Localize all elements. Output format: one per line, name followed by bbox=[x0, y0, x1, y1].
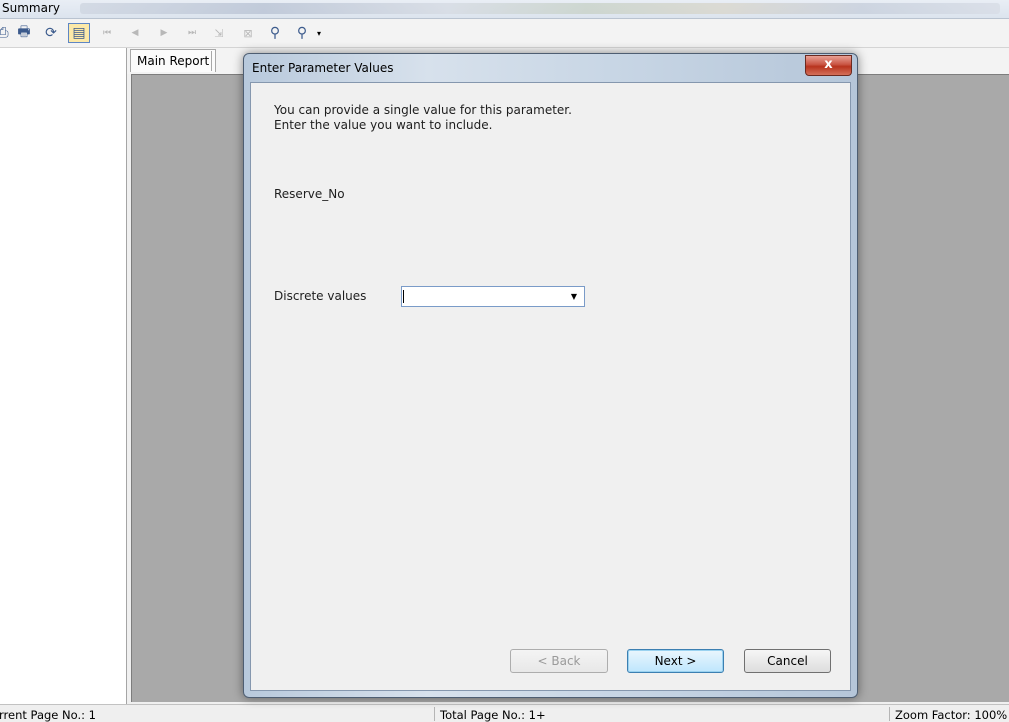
tab-separator bbox=[211, 51, 212, 71]
blurred-background-titlebar bbox=[80, 3, 1000, 14]
parameter-name-label: Reserve_No bbox=[274, 187, 345, 201]
window-title: Summary bbox=[2, 1, 60, 15]
discrete-values-input[interactable] bbox=[404, 288, 564, 305]
intro-text-line-2: Enter the value you want to include. bbox=[274, 118, 493, 132]
current-page-status: rrent Page No.: 1 bbox=[0, 708, 96, 722]
next-page-icon[interactable]: ▶ bbox=[159, 23, 169, 43]
window-title-bar: Summary bbox=[0, 0, 1009, 19]
next-button[interactable]: Next > bbox=[627, 649, 724, 673]
back-button[interactable]: < Back bbox=[510, 649, 608, 673]
status-separator bbox=[434, 707, 435, 721]
text-caret bbox=[403, 290, 404, 303]
go-to-page-icon[interactable]: ⇲ bbox=[208, 23, 230, 43]
stop-icon[interactable]: ⊠ bbox=[237, 23, 259, 43]
first-page-icon[interactable]: ⏮ bbox=[102, 23, 112, 43]
previous-page-icon[interactable]: ◀ bbox=[130, 23, 140, 43]
tab-main-report[interactable]: Main Report bbox=[130, 49, 217, 72]
enter-parameter-values-dialog: Enter Parameter Values x You can provide… bbox=[243, 53, 858, 698]
dialog-client-area: You can provide a single value for this … bbox=[250, 82, 851, 691]
close-icon: x bbox=[824, 57, 833, 72]
intro-text-line-1: You can provide a single value for this … bbox=[274, 103, 572, 117]
zoom-status: Zoom Factor: 100% bbox=[895, 708, 1008, 722]
close-button[interactable]: x bbox=[805, 55, 852, 76]
refresh-icon[interactable]: ⟳ bbox=[40, 23, 62, 43]
chevron-down-icon[interactable]: ▼ bbox=[567, 290, 581, 304]
last-page-icon[interactable]: ⏭ bbox=[187, 23, 197, 43]
zoom-dropdown-arrow-icon[interactable]: ▾ bbox=[314, 23, 324, 43]
cancel-button[interactable]: Cancel bbox=[744, 649, 831, 673]
total-pages-status: Total Page No.: 1+ bbox=[440, 708, 546, 722]
zoom-icon[interactable]: ⚲ bbox=[291, 23, 313, 43]
toggle-group-tree-icon[interactable]: ▤ bbox=[68, 23, 90, 43]
group-tree-panel[interactable] bbox=[0, 48, 127, 704]
print-icon[interactable]: 🖶 bbox=[13, 23, 35, 43]
discrete-values-combobox[interactable]: ▼ bbox=[401, 286, 585, 307]
report-toolbar: ⎙ 🖶 ⟳ ▤ ⏮ ◀ ▶ ⏭ ⇲ ⊠ ⚲ ⚲ ▾ bbox=[0, 19, 1009, 48]
status-separator bbox=[889, 707, 890, 721]
export-icon[interactable]: ⎙ bbox=[0, 23, 14, 43]
discrete-values-label: Discrete values bbox=[274, 289, 367, 303]
search-icon[interactable]: ⚲ bbox=[264, 23, 286, 43]
dialog-title: Enter Parameter Values bbox=[252, 61, 394, 75]
status-bar: rrent Page No.: 1 Total Page No.: 1+ Zoo… bbox=[0, 704, 1009, 722]
